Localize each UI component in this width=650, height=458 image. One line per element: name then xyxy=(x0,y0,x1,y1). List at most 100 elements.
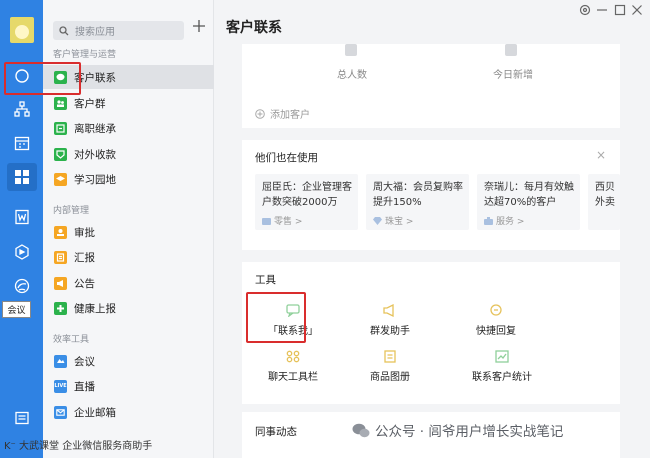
sidebar-item-health[interactable]: 健康上报 xyxy=(43,296,214,320)
case-tag-label: 零售 > xyxy=(274,217,303,227)
sidebar-item-label: 企业邮箱 xyxy=(74,406,116,419)
section-title: 客户管理与运营 xyxy=(53,50,117,60)
chat-toolbar-icon xyxy=(286,350,300,363)
cube-icon[interactable] xyxy=(13,243,31,261)
main-panel: 客户联系 总人数 今日新增 添加客户 他们也在使用 × 屈臣氏：企业管理客户数突… xyxy=(215,0,650,458)
highlight-box xyxy=(246,292,306,343)
tool-label: 群发助手 xyxy=(370,326,410,337)
case-tag[interactable]: 零售 > xyxy=(262,214,302,227)
jewelry-icon xyxy=(373,216,382,225)
sidebar-item-report[interactable]: 汇报 xyxy=(43,245,214,269)
sidebar-item-label: 健康上报 xyxy=(74,302,116,315)
watermark: 公众号 · 闾爷用户增长实战笔记 xyxy=(352,420,563,440)
also-using-card: 他们也在使用 × 屈臣氏：企业管理客户数突破2000万 零售 > 周大福：会员复… xyxy=(242,140,620,250)
highlight-box xyxy=(4,62,81,95)
case-text: 周大福：会员复购率提升150% xyxy=(373,182,463,208)
tooltip: 会议 xyxy=(2,301,31,318)
close-icon[interactable]: × xyxy=(596,148,606,162)
sidebar-item-live[interactable]: LIVE 直播 xyxy=(43,374,214,398)
case-text: 屈臣氏：企业管理客户数突破2000万 xyxy=(262,182,352,208)
broadcast-icon xyxy=(383,304,394,317)
stat-icon xyxy=(345,44,357,56)
add-circle-icon xyxy=(255,108,265,119)
sidebar-item-external-payment[interactable]: 对外收款 xyxy=(43,142,214,166)
tool-label: 商品图册 xyxy=(370,372,410,383)
case-card[interactable]: 西贝外卖 xyxy=(588,174,620,230)
catalog-icon xyxy=(384,350,396,363)
add-icon[interactable] xyxy=(192,19,206,33)
case-text: 奈瑞儿：每月有效触达超70%的客户 xyxy=(484,182,574,208)
live-icon: LIVE xyxy=(54,379,67,393)
approval-icon xyxy=(54,225,67,239)
sidebar-item-label: 汇报 xyxy=(74,251,95,264)
sidebar-item-label: 客户群 xyxy=(74,97,106,110)
page-title: 客户联系 xyxy=(226,20,282,36)
resign-inherit-icon xyxy=(54,121,67,135)
service-icon xyxy=(484,216,493,225)
wechat-icon xyxy=(352,423,370,437)
sidebar-item-announcement[interactable]: 公告 xyxy=(43,271,214,295)
case-card[interactable]: 屈臣氏：企业管理客户数突破2000万 零售 > xyxy=(255,174,358,230)
retail-icon xyxy=(262,217,271,225)
window-controls xyxy=(579,4,643,18)
sidebar-item-email[interactable]: 企业邮箱 xyxy=(43,400,214,424)
tool-catalog[interactable]: 商品图册 xyxy=(345,350,435,383)
tool-customer-stats[interactable]: 联系客户统计 xyxy=(457,350,547,383)
apps-icon[interactable] xyxy=(7,163,37,191)
payment-icon xyxy=(54,147,67,161)
tool-label: 联系客户统计 xyxy=(472,372,532,383)
tool-broadcast[interactable]: 群发助手 xyxy=(345,304,435,337)
quick-reply-icon xyxy=(490,304,502,316)
bottom-caption: K⁻ 大武课堂 企业微信服务商助手 xyxy=(4,441,153,452)
tool-label: 聊天工具栏 xyxy=(268,372,318,383)
case-tag[interactable]: 珠宝 > xyxy=(373,214,413,227)
message-icon[interactable] xyxy=(13,409,31,427)
section-title: 内部管理 xyxy=(53,206,90,216)
customer-group-icon xyxy=(54,96,67,110)
sidebar-item-label: 公告 xyxy=(74,277,95,290)
sidebar-item-label: 直播 xyxy=(74,380,95,393)
search-placeholder: 搜索应用 xyxy=(75,27,115,38)
sidebar-item-meeting[interactable]: 会议 xyxy=(43,349,214,373)
sidebar-item-label: 学习园地 xyxy=(74,173,116,186)
sidebar-item-resign-inherit[interactable]: 离职继承 xyxy=(43,116,214,140)
tool-quick-reply[interactable]: 快捷回复 xyxy=(451,304,541,337)
section-title: 同事动态 xyxy=(255,426,297,438)
case-card[interactable]: 奈瑞儿：每月有效触达超70%的客户 服务 > xyxy=(477,174,580,230)
case-tag[interactable]: 服务 > xyxy=(484,214,524,227)
section-title: 效率工具 xyxy=(53,335,90,345)
minimize-icon[interactable] xyxy=(596,4,608,16)
sidebar-item-label: 对外收款 xyxy=(74,148,116,161)
add-customer-button[interactable]: 添加客户 xyxy=(255,106,310,121)
maximize-icon[interactable] xyxy=(614,4,626,16)
case-tag-label: 珠宝 > xyxy=(385,217,414,227)
tool-label: 快捷回复 xyxy=(476,326,516,337)
sidebar-item-learning[interactable]: 学习园地 xyxy=(43,167,214,191)
dynamics-card: 同事动态 公众号 · 闾爷用户增长实战笔记 xyxy=(242,412,620,458)
case-card[interactable]: 周大福：会员复购率提升150% 珠宝 > xyxy=(366,174,469,230)
org-icon[interactable] xyxy=(13,100,31,118)
stats-card: 总人数 今日新增 添加客户 xyxy=(242,44,620,128)
section-title: 他们也在使用 xyxy=(255,152,318,164)
sidebar-item-approval[interactable]: 审批 xyxy=(43,220,214,244)
case-text: 西贝外卖 xyxy=(595,182,615,208)
stat-icon xyxy=(505,44,517,56)
announcement-icon xyxy=(54,276,67,290)
add-customer-label: 添加客户 xyxy=(270,110,310,121)
calendar-icon[interactable] xyxy=(13,134,31,152)
sidebar-item-label: 会议 xyxy=(74,355,95,368)
tool-chat-toolbar[interactable]: 聊天工具栏 xyxy=(248,350,338,383)
sidebar-item-label: 审批 xyxy=(74,226,95,239)
report-icon xyxy=(54,250,67,264)
doc-icon[interactable] xyxy=(13,208,31,226)
search-input[interactable]: 搜索应用 xyxy=(53,21,184,40)
close-icon[interactable] xyxy=(631,4,643,16)
cloud-icon[interactable] xyxy=(13,277,31,295)
watermark-text: 公众号 · 闾爷用户增长实战笔记 xyxy=(375,424,564,440)
avatar[interactable] xyxy=(10,17,34,43)
settings-icon[interactable] xyxy=(579,4,591,16)
learning-icon xyxy=(54,172,67,186)
section-title: 工具 xyxy=(255,274,276,286)
stats-icon xyxy=(495,350,509,363)
case-tag-label: 服务 > xyxy=(496,217,525,227)
